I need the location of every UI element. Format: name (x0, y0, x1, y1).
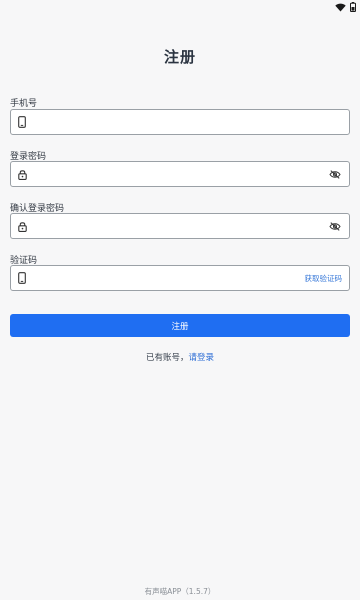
status-bar (0, 0, 360, 14)
phone-icon (12, 266, 32, 290)
page-title: 注册 (163, 48, 196, 66)
lock-icon (12, 162, 32, 186)
confirm-password-field[interactable] (10, 213, 350, 239)
login-link[interactable]: 请登录 (189, 353, 215, 363)
register-screen: 注册 手机号 登录密码 确认登录密码 验证码 获取验证码 注册 已有账号，请登录… (0, 0, 360, 600)
register-button[interactable]: 注册 (10, 314, 350, 337)
phone-field[interactable] (10, 109, 350, 135)
phone-icon (12, 110, 32, 134)
wifi-icon (335, 3, 346, 12)
verification-code-field[interactable]: 获取验证码 (10, 265, 350, 291)
phone-label: 手机号 (10, 99, 38, 109)
confirm-password-input[interactable] (32, 215, 324, 237)
get-code-button[interactable]: 获取验证码 (305, 273, 343, 284)
phone-input[interactable] (32, 111, 349, 133)
eye-off-icon[interactable] (324, 162, 346, 186)
login-prompt-text: 已有账号， (145, 353, 189, 363)
verification-code-input[interactable] (32, 267, 305, 289)
login-prompt: 已有账号，请登录 (0, 351, 360, 363)
battery-icon (350, 2, 356, 12)
eye-off-icon[interactable] (324, 214, 346, 238)
app-version: 有声喵APP（1.5.7） (144, 587, 216, 596)
password-field[interactable] (10, 161, 350, 187)
lock-icon (12, 214, 32, 238)
password-input[interactable] (32, 163, 324, 185)
